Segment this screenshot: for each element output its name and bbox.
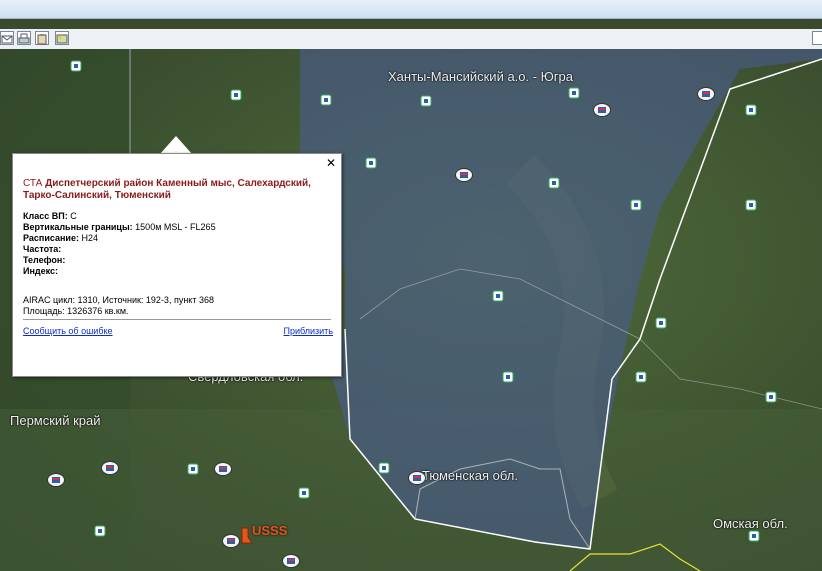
- aerodrome-marker[interactable]: [635, 371, 647, 383]
- airport-badge[interactable]: [214, 462, 232, 476]
- popup-divider: [23, 319, 331, 320]
- aerodrome-marker[interactable]: [420, 95, 432, 107]
- zoom-in-link[interactable]: Приблизить: [284, 326, 334, 336]
- vertical-limits-row: Вертикальные границы: 1500м MSL - FL265: [23, 222, 216, 232]
- popup-title-name: Диспетчерский район Каменный мыс, Салеха…: [23, 178, 311, 201]
- airport-pin-label[interactable]: USSS: [252, 523, 287, 538]
- region-label: Тюменская обл.: [422, 468, 518, 483]
- aerodrome-marker[interactable]: [548, 177, 560, 189]
- clipboard-icon[interactable]: [35, 31, 49, 45]
- area-row: Площадь: 1326376 кв.км.: [23, 306, 129, 316]
- report-error-link[interactable]: Сообщить об ошибке: [23, 326, 113, 336]
- aerodrome-marker[interactable]: [298, 487, 310, 499]
- aerodrome-marker[interactable]: [320, 94, 332, 106]
- index-row: Индекс:: [23, 266, 59, 276]
- aerodrome-marker[interactable]: [70, 60, 82, 72]
- airport-badge[interactable]: [101, 461, 119, 475]
- aerodrome-marker[interactable]: [230, 89, 242, 101]
- region-label: Пермский край: [10, 413, 101, 428]
- airport-badge[interactable]: [222, 534, 240, 548]
- aerodrome-marker[interactable]: [745, 104, 757, 116]
- toolbar-right-button[interactable]: [812, 31, 822, 45]
- airport-badge[interactable]: [593, 103, 611, 117]
- envelope-icon[interactable]: [0, 31, 14, 45]
- aerodrome-marker[interactable]: [365, 157, 377, 169]
- schedule-row: Расписание: H24: [23, 233, 98, 243]
- aerodrome-marker[interactable]: [187, 463, 199, 475]
- popup-pointer: [160, 136, 192, 154]
- aerodrome-marker[interactable]: [748, 530, 760, 542]
- popup-title-prefix: СТА: [23, 178, 43, 189]
- aerodrome-marker[interactable]: [492, 290, 504, 302]
- airport-badge[interactable]: [455, 168, 473, 182]
- class-row: Класс ВП: C: [23, 211, 77, 221]
- aerodrome-marker[interactable]: [655, 317, 667, 329]
- airport-badge[interactable]: [697, 87, 715, 101]
- airport-badge[interactable]: [47, 473, 65, 487]
- toolbar: [0, 29, 822, 50]
- phone-row: Телефон:: [23, 255, 66, 265]
- close-icon[interactable]: ✕: [326, 156, 336, 170]
- airport-badge[interactable]: [408, 471, 426, 485]
- region-label: Ханты-Мансийский а.о. - Югра: [388, 69, 574, 84]
- region-label: Омская обл.: [713, 516, 788, 531]
- popup-title: СТА Диспетчерский район Каменный мыс, Са…: [23, 178, 323, 202]
- aerodrome-marker[interactable]: [745, 199, 757, 211]
- aerodrome-marker[interactable]: [94, 525, 106, 537]
- window-title-bar: [0, 0, 822, 19]
- aerodrome-marker[interactable]: [378, 462, 390, 474]
- info-popup: ✕ СТА Диспетчерский район Каменный мыс, …: [12, 153, 342, 377]
- aerodrome-marker[interactable]: [765, 391, 777, 403]
- airac-row: AIRAC цикл: 1310, Источник: 192-3, пункт…: [23, 295, 214, 305]
- aerodrome-marker[interactable]: [502, 371, 514, 383]
- frequency-row: Частота:: [23, 244, 62, 254]
- airport-badge[interactable]: [282, 554, 300, 568]
- image-icon[interactable]: [55, 31, 69, 45]
- aerodrome-marker[interactable]: [568, 87, 580, 99]
- aerodrome-marker[interactable]: [630, 199, 642, 211]
- print-icon[interactable]: [17, 31, 31, 45]
